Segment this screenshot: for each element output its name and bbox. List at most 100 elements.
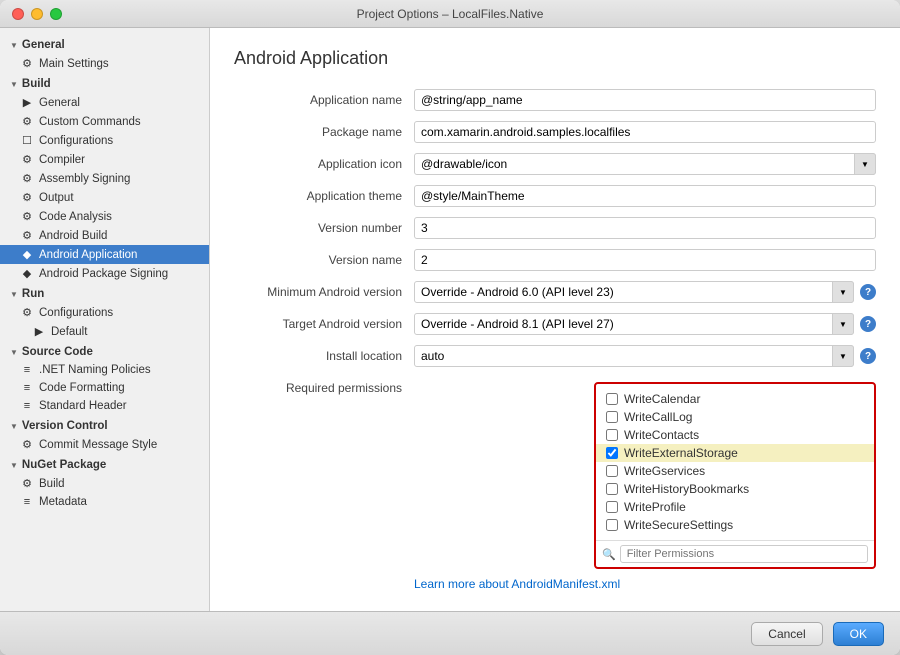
permission-item-write-calendar[interactable]: WriteCalendar xyxy=(596,390,874,408)
version-number-label: Version number xyxy=(234,221,414,235)
window-title: Project Options – LocalFiles.Native xyxy=(357,7,544,21)
sidebar-item-label: Main Settings xyxy=(39,58,109,70)
permission-item-write-profile[interactable]: WriteProfile xyxy=(596,498,874,516)
package-name-row: Package name xyxy=(234,121,876,143)
run-default-icon: ▶ xyxy=(32,325,46,338)
permission-checkbox-write-history-bookmarks[interactable] xyxy=(606,483,618,495)
package-name-label: Package name xyxy=(234,125,414,139)
close-button[interactable] xyxy=(12,8,24,20)
android-package-signing-icon: ◆ xyxy=(20,267,34,280)
target-android-select[interactable]: Override - Android 8.1 (API level 27) xyxy=(414,313,854,335)
sidebar-item-output[interactable]: ⚙ Output xyxy=(0,188,209,207)
permissions-filter-input[interactable] xyxy=(620,545,868,563)
application-icon-select[interactable]: @drawable/icon xyxy=(414,153,876,175)
sidebar-item-standard-header[interactable]: ≡ Standard Header xyxy=(0,397,209,415)
permission-label: WriteExternalStorage xyxy=(624,446,738,460)
footer: Cancel OK xyxy=(0,611,900,655)
sidebar-item-nuget-build[interactable]: ⚙ Build xyxy=(0,474,209,493)
sidebar-item-android-package-signing[interactable]: ◆ Android Package Signing xyxy=(0,264,209,283)
sidebar-item-configurations[interactable]: ☐ Configurations xyxy=(0,131,209,150)
application-theme-label: Application theme xyxy=(234,189,414,203)
sidebar-item-android-build[interactable]: ⚙ Android Build xyxy=(0,226,209,245)
install-location-label: Install location xyxy=(234,349,414,363)
sidebar-header-source-code[interactable]: ▼ Source Code xyxy=(0,343,209,361)
sidebar-item-compiler[interactable]: ⚙ Compiler xyxy=(0,150,209,169)
collapse-icon: ▼ xyxy=(10,348,18,357)
min-android-help-icon[interactable]: ? xyxy=(860,284,876,300)
permission-item-write-secure-settings[interactable]: WriteSecureSettings xyxy=(596,516,874,534)
install-location-help-icon[interactable]: ? xyxy=(860,348,876,364)
main-content: Android Application Application name Pac… xyxy=(210,28,900,611)
min-android-row: Minimum Android version Override - Andro… xyxy=(234,281,876,303)
permission-checkbox-write-contacts[interactable] xyxy=(606,429,618,441)
sidebar-item-code-formatting[interactable]: ≡ Code Formatting xyxy=(0,379,209,397)
permission-item-write-contacts[interactable]: WriteContacts xyxy=(596,426,874,444)
sidebar-item-naming-policies[interactable]: ≡ .NET Naming Policies xyxy=(0,361,209,379)
permission-checkbox-write-secure-settings[interactable] xyxy=(606,519,618,531)
code-formatting-icon: ≡ xyxy=(20,382,34,394)
sidebar-item-custom-commands[interactable]: ⚙ Custom Commands xyxy=(0,112,209,131)
permission-item-write-history-bookmarks[interactable]: WriteHistoryBookmarks xyxy=(596,480,874,498)
sidebar-section-label: Source Code xyxy=(22,346,93,358)
application-theme-input[interactable] xyxy=(414,185,876,207)
sidebar-item-run-configurations[interactable]: ⚙ Configurations xyxy=(0,303,209,322)
standard-header-icon: ≡ xyxy=(20,400,34,412)
content-area: ▼ General ⚙ Main Settings ▼ Build ▶ Gene… xyxy=(0,28,900,611)
sidebar-section-label: Build xyxy=(22,78,51,90)
sidebar-item-label: General xyxy=(39,97,80,109)
run-configurations-icon: ⚙ xyxy=(20,306,34,319)
application-icon-wrapper: @drawable/icon ▼ xyxy=(414,153,876,175)
sidebar-header-nuget[interactable]: ▼ NuGet Package xyxy=(0,456,209,474)
application-icon-label: Application icon xyxy=(234,157,414,171)
permissions-container: WriteCalendar WriteCallLog WriteContacts xyxy=(414,377,876,569)
sidebar-item-run-default[interactable]: ▶ Default xyxy=(0,322,209,341)
naming-policies-icon: ≡ xyxy=(20,364,34,376)
learn-more-link[interactable]: Learn more about AndroidManifest.xml xyxy=(414,577,620,591)
version-name-input[interactable] xyxy=(414,249,876,271)
permission-checkbox-write-call-log[interactable] xyxy=(606,411,618,423)
min-android-select[interactable]: Override - Android 6.0 (API level 23) xyxy=(414,281,854,303)
ok-button[interactable]: OK xyxy=(833,622,884,646)
application-name-input[interactable] xyxy=(414,89,876,111)
sidebar-item-code-analysis[interactable]: ⚙ Code Analysis xyxy=(0,207,209,226)
permission-checkbox-write-gservices[interactable] xyxy=(606,465,618,477)
sidebar-header-general[interactable]: ▼ General xyxy=(0,36,209,54)
permission-checkbox-write-calendar[interactable] xyxy=(606,393,618,405)
sidebar-item-label: Android Application xyxy=(39,249,137,261)
permission-item-write-call-log[interactable]: WriteCallLog xyxy=(596,408,874,426)
permission-checkbox-write-external-storage[interactable] xyxy=(606,447,618,459)
collapse-icon: ▼ xyxy=(10,41,18,50)
maximize-button[interactable] xyxy=(50,8,62,20)
sidebar-item-commit-message-style[interactable]: ⚙ Commit Message Style xyxy=(0,435,209,454)
target-android-help-icon[interactable]: ? xyxy=(860,316,876,332)
sidebar-header-build[interactable]: ▼ Build xyxy=(0,75,209,93)
cancel-button[interactable]: Cancel xyxy=(751,622,822,646)
sidebar-item-label: Output xyxy=(39,192,74,204)
package-name-input[interactable] xyxy=(414,121,876,143)
sidebar-item-label: Custom Commands xyxy=(39,116,141,128)
sidebar-header-version-control[interactable]: ▼ Version Control xyxy=(0,417,209,435)
sidebar-item-assembly-signing[interactable]: ⚙ Assembly Signing xyxy=(0,169,209,188)
sidebar-item-nuget-metadata[interactable]: ≡ Metadata xyxy=(0,493,209,511)
version-number-input[interactable] xyxy=(414,217,876,239)
required-permissions-row: Required permissions WriteCalendar Write… xyxy=(234,377,876,569)
sidebar-item-build-general[interactable]: ▶ General xyxy=(0,93,209,112)
permissions-filter: 🔍 xyxy=(596,540,874,567)
permission-item-write-external-storage[interactable]: WriteExternalStorage xyxy=(596,444,874,462)
sidebar-item-android-application[interactable]: ◆ Android Application xyxy=(0,245,209,264)
sidebar-header-run[interactable]: ▼ Run xyxy=(0,285,209,303)
permissions-section: WriteCalendar WriteCallLog WriteContacts xyxy=(594,382,876,569)
nuget-build-icon: ⚙ xyxy=(20,477,34,490)
collapse-icon: ▼ xyxy=(10,422,18,431)
output-icon: ⚙ xyxy=(20,191,34,204)
minimize-button[interactable] xyxy=(31,8,43,20)
permission-checkbox-write-profile[interactable] xyxy=(606,501,618,513)
permissions-list: WriteCalendar WriteCallLog WriteContacts xyxy=(596,384,874,540)
install-location-select[interactable]: auto xyxy=(414,345,854,367)
sidebar-item-main-settings[interactable]: ⚙ Main Settings xyxy=(0,54,209,73)
sidebar-item-label: Code Analysis xyxy=(39,211,112,223)
permission-item-write-gservices[interactable]: WriteGservices xyxy=(596,462,874,480)
sidebar-item-label: Configurations xyxy=(39,135,113,147)
custom-commands-icon: ⚙ xyxy=(20,115,34,128)
sidebar-section-label: NuGet Package xyxy=(22,459,106,471)
